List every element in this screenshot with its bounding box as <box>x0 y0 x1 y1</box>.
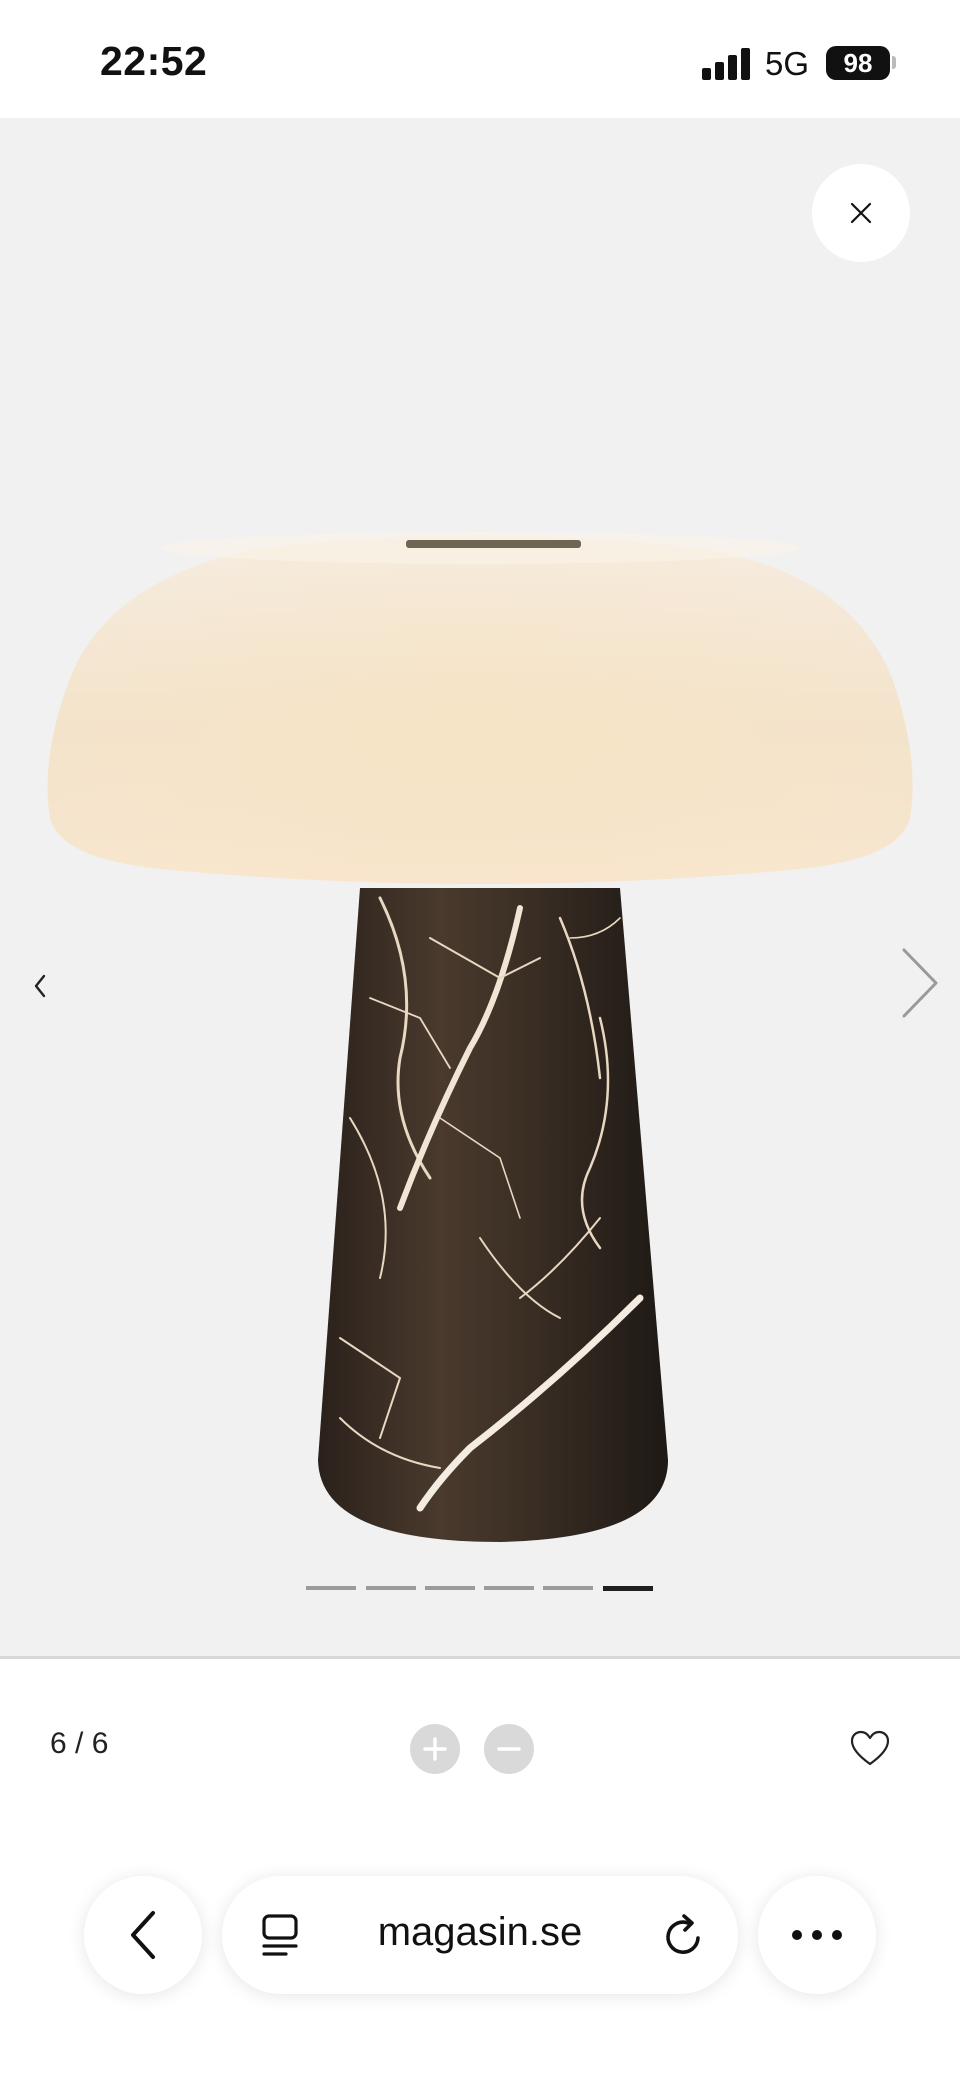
back-button[interactable] <box>84 1876 202 1994</box>
slide-dot[interactable] <box>306 1586 356 1590</box>
chevron-right-icon <box>902 948 938 1018</box>
address-bar[interactable]: magasin.se <box>222 1876 738 1994</box>
status-time: 22:52 <box>100 38 208 84</box>
slide-dot-active[interactable] <box>603 1586 653 1591</box>
browser-toolbar: magasin.se <box>0 1840 960 2078</box>
plus-icon <box>423 1737 447 1761</box>
product-image <box>47 532 913 1542</box>
next-image-button[interactable] <box>894 938 944 1028</box>
previous-image-button[interactable] <box>20 956 60 1016</box>
signal-strength-icon <box>702 48 752 80</box>
slide-dot[interactable] <box>425 1586 475 1590</box>
battery-indicator: 98 <box>826 46 890 80</box>
battery-tip <box>892 56 896 69</box>
slide-dot[interactable] <box>484 1586 534 1590</box>
back-arrow-icon <box>131 1911 155 1959</box>
image-gallery[interactable] <box>0 118 960 1656</box>
divider <box>0 1656 960 1659</box>
zoom-in-button[interactable] <box>410 1724 460 1774</box>
status-bar: 22:52 5G 98 <box>0 0 960 118</box>
image-counter: 6 / 6 <box>50 1727 109 1760</box>
reload-icon[interactable] <box>660 1910 708 1960</box>
slide-indicator <box>306 1586 654 1592</box>
close-button[interactable] <box>812 164 910 262</box>
network-type: 5G <box>765 45 810 82</box>
close-icon <box>850 202 872 224</box>
chevron-left-icon <box>34 974 46 998</box>
slide-dot[interactable] <box>366 1586 416 1590</box>
minus-icon <box>497 1747 521 1751</box>
more-dots-icon <box>792 1930 842 1940</box>
zoom-out-button[interactable] <box>484 1724 534 1774</box>
more-options-button[interactable] <box>758 1876 876 1994</box>
favorite-button[interactable] <box>848 1728 892 1768</box>
slide-dot[interactable] <box>543 1586 593 1590</box>
heart-icon <box>850 1730 890 1766</box>
